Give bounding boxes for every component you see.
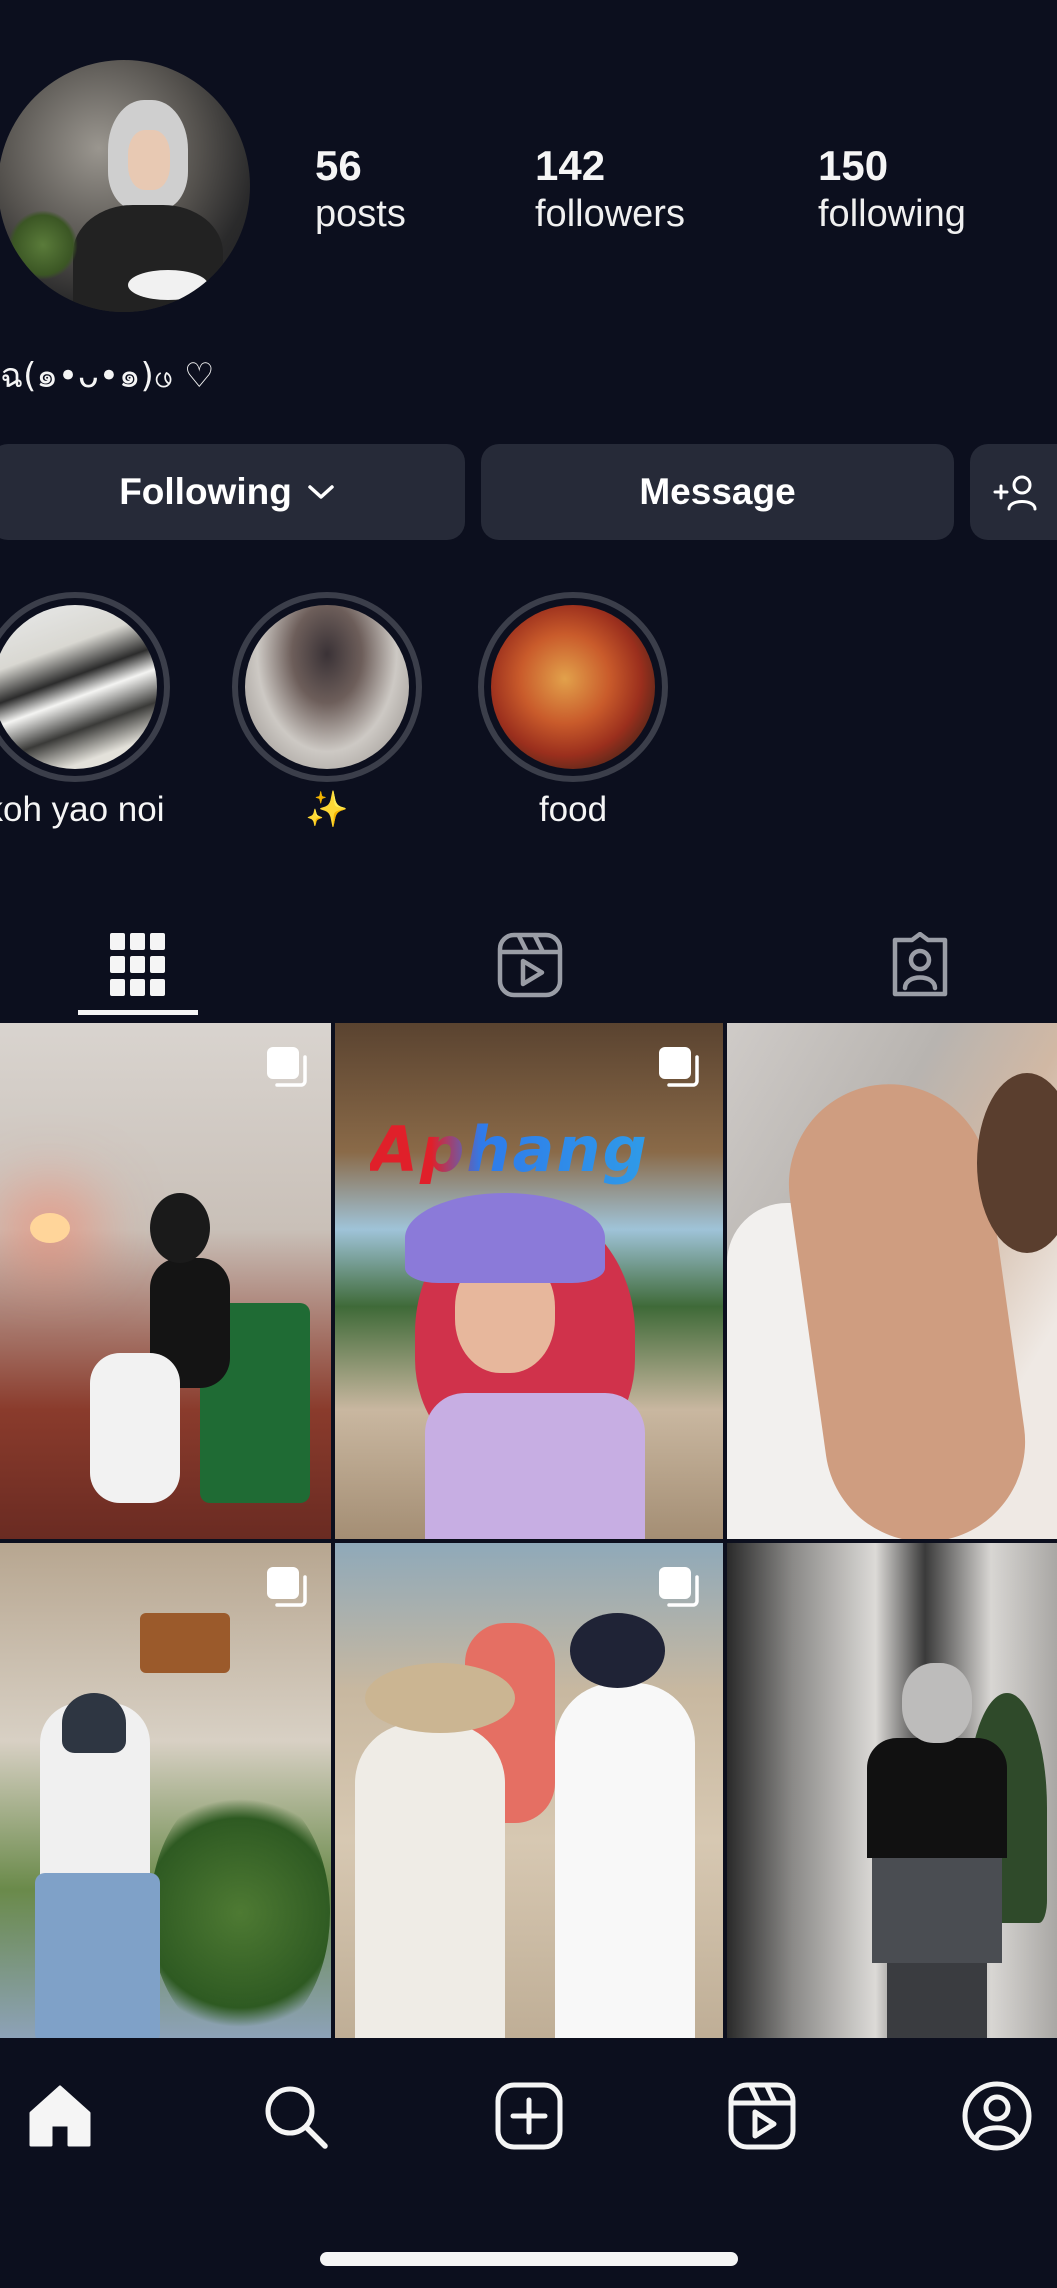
bottom-nav [0,2038,1057,2288]
avatar-plant [8,210,78,280]
add-friend-button[interactable] [970,444,1057,540]
post-thumbnail[interactable] [335,1543,723,2038]
following-button[interactable]: Following [0,444,465,540]
home-icon [29,2085,91,2147]
nav-home[interactable] [20,2076,100,2156]
reels-icon [728,2082,796,2150]
person-head-shape [150,1193,210,1263]
person-shape [355,1723,505,2038]
chevron-down-icon [308,485,334,499]
skirt-shape [872,1853,1002,1963]
following-label: following [818,193,966,235]
tab-tagged[interactable] [860,910,980,1020]
reels-icon [497,932,563,998]
hood-shape [902,1663,972,1743]
jeans-shape [35,1873,160,2038]
nav-reels[interactable] [722,2076,802,2156]
posts-count: 56 [315,142,362,189]
message-button-label: Message [639,471,796,512]
search-icon [265,2086,328,2149]
followers-label: followers [535,193,685,235]
cap-shape [405,1193,605,1283]
grid-icon [110,933,165,996]
post-thumbnail[interactable] [727,1543,1057,2038]
posts-stat[interactable]: 56 posts [315,142,406,238]
followers-stat[interactable]: 142 followers [535,142,685,238]
avatar-plate [128,270,208,300]
bandana-shape [570,1613,665,1688]
highlight-label: koh yao noi [0,790,165,829]
home-indicator[interactable] [320,2252,738,2266]
watermark-text: Aphang [370,1113,649,1186]
nav-profile[interactable] [957,2076,1037,2156]
post-thumbnail[interactable] [0,1023,331,1539]
highlight-cover [0,605,157,769]
profile-avatar[interactable] [0,60,250,312]
sign-shape [140,1613,230,1673]
highlight-cover [245,605,409,769]
message-button[interactable]: Message [481,444,954,540]
carousel-icon [267,1047,307,1087]
shirt-shape [867,1738,1007,1858]
following-stat[interactable]: 150 following [818,142,966,238]
following-button-label: Following [119,471,292,512]
post-thumbnail[interactable]: Aphang [335,1023,723,1539]
avatar-face [128,130,170,190]
carousel-icon [267,1567,307,1607]
tab-reels[interactable] [470,910,590,1020]
person-top-shape [425,1393,645,1539]
tagged-icon [892,932,948,997]
carousel-icon [659,1047,699,1087]
following-count: 150 [818,142,889,189]
lamp-shape [30,1213,70,1243]
person-legs-shape [90,1353,180,1503]
create-icon [495,2082,563,2150]
profile-page: 56 posts 142 followers 150 following ฉ(๑… [0,0,1057,2288]
plant-shape [150,1783,330,2038]
tab-posts-grid[interactable] [78,910,198,1020]
nav-create[interactable] [489,2076,569,2156]
hat-shape [365,1663,515,1733]
nav-search[interactable] [255,2076,335,2156]
followers-count: 142 [535,142,606,189]
highlight-label: ✨ [305,790,349,829]
profile-bio: ฉ(๑•ᴗ•๑)ဖ ♡ [0,356,215,396]
carousel-icon [659,1567,699,1607]
active-tab-indicator [78,1010,198,1015]
post-thumbnail[interactable] [727,1023,1057,1539]
highlight-cover [491,605,655,769]
highlight-label: food [538,790,608,829]
post-thumbnail[interactable] [0,1543,331,2038]
person-head-shape [62,1693,126,1753]
add-person-icon [993,475,1037,511]
person-legs-shape [887,1953,987,2038]
person-shape [555,1683,695,2038]
profile-icon [962,2081,1032,2151]
posts-label: posts [315,193,406,235]
